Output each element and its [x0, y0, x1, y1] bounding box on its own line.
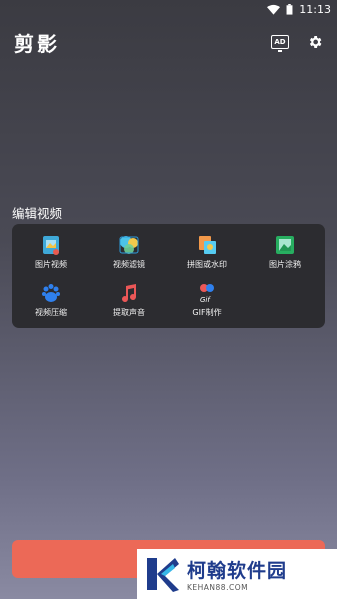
- watermark-subtitle: KEHAN88.COM: [187, 583, 249, 592]
- photo-video-icon: [43, 236, 59, 255]
- tool-label: 提取声音: [113, 308, 145, 317]
- tool-extract-audio[interactable]: 提取声音: [94, 282, 164, 322]
- wifi-icon: [267, 4, 281, 15]
- ad-icon[interactable]: AD: [271, 35, 289, 52]
- tool-collage-watermark[interactable]: 拼图或水印: [172, 234, 242, 274]
- video-compress-icon: [42, 284, 60, 302]
- tool-gif-maker[interactable]: Gif GIF制作: [172, 282, 242, 322]
- status-bar: 11:13: [0, 0, 337, 18]
- battery-icon: [286, 3, 293, 15]
- video-filter-icon: [119, 236, 139, 254]
- gif-maker-icon: Gif: [200, 284, 214, 304]
- tool-image-doodle[interactable]: 图片涂鸦: [250, 234, 320, 274]
- gear-icon[interactable]: [307, 34, 323, 50]
- app-actions: AD: [271, 34, 323, 52]
- tools-panel: 图片视频 视频滤镜 拼图或水印 图片涂鸦 视频压缩 提取声音 Gif GIF制作: [12, 224, 325, 328]
- ad-label: AD: [274, 38, 286, 46]
- section-title: 编辑视频: [12, 206, 63, 221]
- tool-label: 拼图或水印: [187, 260, 227, 269]
- image-doodle-icon: [276, 236, 294, 254]
- svg-text:Gif: Gif: [200, 296, 211, 304]
- collage-watermark-icon: [199, 236, 216, 254]
- app-bar: 剪影 AD: [0, 26, 337, 58]
- tool-label: 图片视频: [35, 260, 67, 269]
- app-title: 剪影: [14, 31, 60, 56]
- watermark-logo-icon: [147, 558, 179, 592]
- tool-label: 视频滤镜: [113, 260, 145, 269]
- tool-photo-video[interactable]: 图片视频: [16, 234, 86, 274]
- tool-video-compress[interactable]: 视频压缩: [16, 282, 86, 322]
- tool-label: GIF制作: [192, 308, 222, 317]
- status-time: 11:13: [299, 2, 331, 16]
- tool-label: 图片涂鸦: [269, 260, 301, 269]
- tool-label: 视频压缩: [35, 308, 67, 317]
- watermark: 柯翰软件园 KEHAN88.COM: [137, 549, 337, 599]
- extract-audio-icon: [122, 284, 137, 303]
- watermark-text: 柯翰软件园 KEHAN88.COM: [187, 556, 287, 592]
- watermark-title: 柯翰软件园: [187, 560, 288, 582]
- tool-video-filter[interactable]: 视频滤镜: [94, 234, 164, 274]
